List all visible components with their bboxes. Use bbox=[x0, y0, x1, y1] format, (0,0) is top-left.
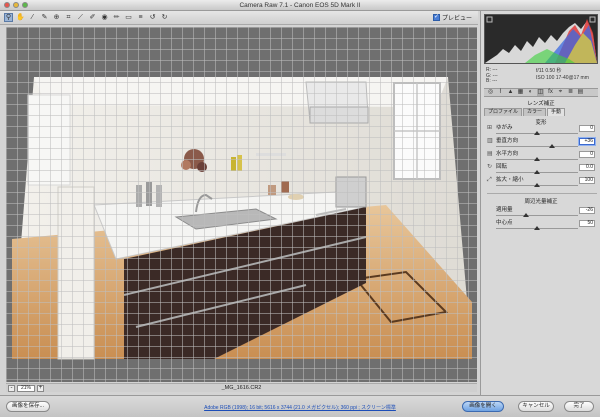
effects-panel-icon[interactable]: fx bbox=[547, 89, 554, 96]
slider-value-field[interactable]: 50 bbox=[579, 220, 595, 227]
slider-label: 適用量 bbox=[496, 207, 513, 213]
slider-thumb[interactable] bbox=[534, 170, 540, 174]
slider-track[interactable] bbox=[496, 215, 578, 216]
done-button[interactable]: 完了 bbox=[564, 401, 594, 412]
vignette-slider-row: 適用量 -26 bbox=[487, 207, 597, 218]
workflow-options-link[interactable]: Adobe RGB (1998); 16 bit; 5616 x 3744 (2… bbox=[0, 404, 600, 411]
slider-thumb[interactable] bbox=[523, 213, 530, 217]
preview-toggle[interactable]: ✓ プレビュー bbox=[432, 13, 472, 22]
iso-lens: ISO 100 17-40@17 mm bbox=[536, 75, 589, 81]
section-divider bbox=[487, 193, 597, 194]
split-toning-icon[interactable]: ◐ bbox=[527, 89, 534, 96]
lens-tabs: プロファイル カラー 手動 bbox=[484, 108, 598, 116]
exif-info: f/11 0.50 秒 ISO 100 17-40@17 mm bbox=[536, 68, 589, 82]
dialog-footer: 画像を保存... Adobe RGB (1998); 16 bit; 5616 … bbox=[0, 395, 600, 417]
title-bar: Camera Raw 7.1 - Canon EOS 5D Mark II bbox=[0, 0, 600, 11]
slider-value-field[interactable]: 0 bbox=[579, 125, 595, 132]
distortion-icon: ⊞ bbox=[487, 125, 493, 131]
vignette-title: 周辺光量補正 bbox=[524, 199, 558, 205]
rotate-ccw-icon[interactable]: ↺ bbox=[148, 13, 157, 22]
camera-calibration-icon[interactable]: ⌖ bbox=[557, 89, 564, 96]
basic-panel-icon[interactable]: ◎ bbox=[487, 89, 494, 96]
slider-label: ゆがみ bbox=[496, 125, 513, 131]
histogram bbox=[484, 14, 598, 64]
zoom-tool-icon[interactable]: ⚲ bbox=[4, 13, 13, 22]
cancel-button[interactable]: キャンセル bbox=[518, 401, 554, 412]
slider-row: ▥ 垂直方向 +36 bbox=[487, 138, 597, 149]
color-sampler-icon[interactable]: ✎ bbox=[40, 13, 49, 22]
image-info: R: --- G: --- B: --- f/11 0.50 秒 ISO 100… bbox=[484, 66, 598, 86]
adjustment-brush-icon[interactable]: ✏ bbox=[112, 13, 121, 22]
image-canvas[interactable] bbox=[6, 27, 477, 382]
canvas-status-bar: - 21% + _MG_1616.CR2 bbox=[6, 383, 477, 392]
slider-row: ⊞ ゆがみ 0 bbox=[487, 125, 597, 136]
slider-row: ▤ 水平方向 0 bbox=[487, 151, 597, 162]
slider-label: 中心点 bbox=[496, 220, 513, 226]
aperture-shutter: f/11 0.50 秒 bbox=[536, 68, 562, 74]
crop-tool-icon[interactable]: ⌗ bbox=[64, 13, 73, 22]
detail-panel-icon[interactable]: ▲ bbox=[507, 89, 514, 96]
slider-thumb[interactable] bbox=[548, 144, 555, 148]
slider-value-field[interactable]: 0 bbox=[579, 151, 595, 158]
hsl-panel-icon[interactable]: ▦ bbox=[517, 89, 524, 96]
white-balance-tool-icon[interactable]: ⁄ bbox=[28, 13, 37, 22]
open-image-button[interactable]: 画像を開く bbox=[462, 401, 504, 412]
slider-track[interactable] bbox=[496, 146, 578, 147]
targeted-adjustment-icon[interactable]: ⊕ bbox=[52, 13, 61, 22]
slider-label: 垂直方向 bbox=[496, 138, 519, 144]
b-label: B: bbox=[486, 78, 491, 84]
hand-tool-icon[interactable]: ✋ bbox=[16, 13, 25, 22]
lens-correction-icon[interactable]: ◫ bbox=[537, 89, 544, 96]
slider-row: ↻ 回転 0.0 bbox=[487, 164, 597, 175]
window-controls bbox=[4, 2, 28, 8]
toolbar: ⚲ ✋ ⁄ ✎ ⊕ ⌗ ⟋ ✐ ◉ ✏ ▭ ≡ ↺ ↻ ✓ プレビュー bbox=[0, 11, 478, 25]
slider-row: ⤢ 拡大・縮小 100 bbox=[487, 177, 597, 188]
rotate-icon: ↻ bbox=[487, 164, 493, 170]
tab-profile[interactable]: プロファイル bbox=[484, 108, 523, 116]
preferences-icon[interactable]: ≡ bbox=[136, 13, 145, 22]
tab-manual[interactable]: 手動 bbox=[547, 108, 566, 116]
slider-label: 回転 bbox=[496, 164, 508, 170]
filename-label: _MG_1616.CR2 bbox=[221, 385, 262, 391]
adjustment-panel: R: --- G: --- B: --- f/11 0.50 秒 ISO 100… bbox=[480, 11, 600, 395]
red-eye-icon[interactable]: ◉ bbox=[100, 13, 109, 22]
camera-raw-window: Camera Raw 7.1 - Canon EOS 5D Mark II ⚲ … bbox=[0, 0, 600, 417]
scale-icon: ⤢ bbox=[487, 177, 492, 183]
snapshots-icon[interactable]: ▤ bbox=[577, 89, 584, 96]
kitchen-photo bbox=[12, 77, 472, 360]
b-value: --- bbox=[492, 78, 498, 84]
slider-value-field[interactable]: -26 bbox=[579, 207, 595, 214]
preview-label: プレビュー bbox=[441, 16, 472, 22]
zoom-window-button[interactable] bbox=[22, 2, 28, 8]
rgb-readout: R: --- G: --- B: --- bbox=[486, 67, 498, 85]
slider-value-field[interactable]: +36 bbox=[579, 138, 595, 145]
slider-label: 水平方向 bbox=[496, 151, 519, 157]
window-title: Camera Raw 7.1 - Canon EOS 5D Mark II bbox=[239, 2, 361, 9]
graduated-filter-icon[interactable]: ▭ bbox=[124, 13, 133, 22]
straighten-tool-icon[interactable]: ⟋ bbox=[76, 13, 85, 22]
presets-icon[interactable]: ≣ bbox=[567, 89, 574, 96]
tab-color[interactable]: カラー bbox=[523, 108, 547, 116]
slider-thumb[interactable] bbox=[534, 157, 540, 161]
vignette-slider-row: 中心点 50 bbox=[487, 220, 597, 231]
slider-value-field[interactable]: 0.0 bbox=[579, 164, 595, 171]
tone-curve-icon[interactable]: ⌇ bbox=[497, 89, 504, 96]
slider-value-field[interactable]: 100 bbox=[579, 177, 595, 184]
vertical-icon: ▥ bbox=[487, 138, 493, 144]
panel-tabs: ◎ ⌇ ▲ ▦ ◐ ◫ fx ⌖ ≣ ▤ bbox=[484, 88, 598, 97]
slider-thumb[interactable] bbox=[534, 183, 540, 187]
slider-thumb[interactable] bbox=[534, 226, 540, 230]
preview-checkbox[interactable]: ✓ bbox=[432, 14, 440, 21]
rotate-cw-icon[interactable]: ↻ bbox=[160, 13, 169, 22]
histogram-graph bbox=[485, 15, 597, 63]
minimize-window-button[interactable] bbox=[13, 2, 19, 8]
spot-removal-icon[interactable]: ✐ bbox=[88, 13, 97, 22]
horizontal-icon: ▤ bbox=[487, 151, 493, 157]
slider-label: 拡大・縮小 bbox=[496, 177, 524, 183]
section-title: レンズ補正 bbox=[527, 101, 555, 107]
slider-thumb[interactable] bbox=[534, 131, 540, 135]
close-window-button[interactable] bbox=[4, 2, 10, 8]
